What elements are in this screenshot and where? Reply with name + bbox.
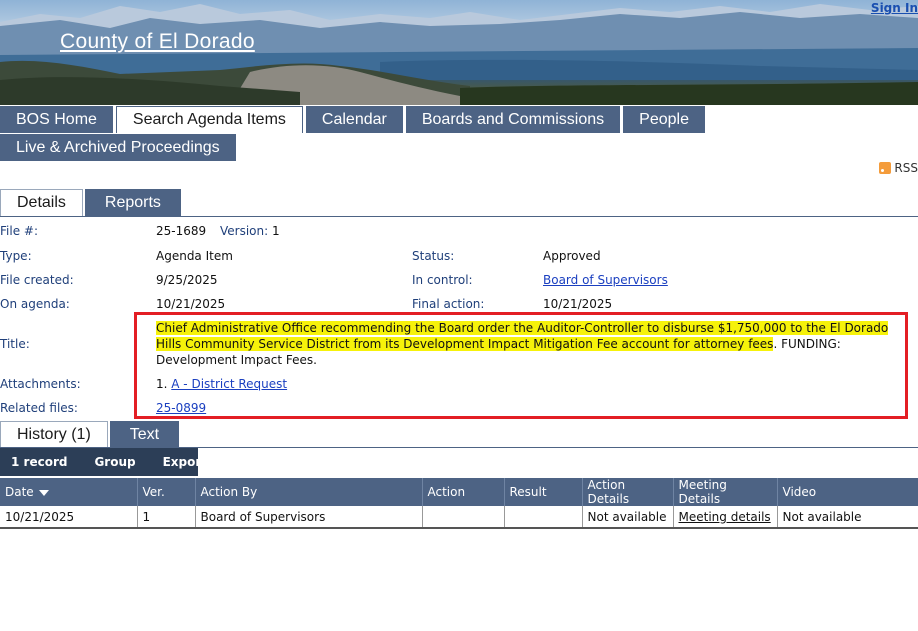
column-header-version[interactable]: Ver. [137, 478, 196, 506]
on-agenda-label: On agenda: [0, 297, 70, 311]
related-files-label: Related files: [0, 401, 78, 415]
on-agenda-value: 10/21/2025 [156, 297, 226, 311]
record-count: 1 record [11, 455, 68, 469]
cell-date: 10/21/2025 [0, 506, 138, 529]
sign-in-link[interactable]: Sign In [871, 1, 918, 15]
title-label: Title: [0, 337, 30, 351]
column-header-video[interactable]: Video [777, 478, 918, 506]
group-button[interactable]: Group [94, 455, 135, 469]
in-control-label: In control: [412, 273, 473, 287]
nav-tab-boards-commissions[interactable]: Boards and Commissions [405, 106, 621, 133]
cell-meeting-details: Meeting details [673, 506, 778, 529]
cell-action-details: Not available [582, 506, 674, 529]
final-action-value: 10/21/2025 [543, 297, 613, 311]
column-header-meeting-details[interactable]: Meeting Details [673, 478, 778, 506]
tab-reports[interactable]: Reports [84, 189, 181, 216]
tab-history[interactable]: History (1) [0, 421, 108, 448]
column-header-action-details[interactable]: Action Details [582, 478, 674, 506]
cell-video: Not available [777, 506, 918, 529]
nav-tab-calendar[interactable]: Calendar [305, 106, 403, 133]
in-control-link[interactable]: Board of Supervisors [543, 273, 668, 287]
file-number-label: File #: [0, 224, 38, 238]
column-header-action-by[interactable]: Action By [195, 478, 423, 506]
tabs-divider [0, 216, 918, 217]
cell-version: 1 [137, 506, 196, 529]
table-row: 10/21/2025 1 Board of Supervisors Not av… [0, 506, 918, 529]
rss-label: RSS [894, 161, 918, 175]
rss-icon [879, 162, 892, 174]
county-title-link[interactable]: County of El Dorado [60, 30, 255, 54]
type-value: Agenda Item [156, 249, 233, 263]
type-label: Type: [0, 249, 32, 263]
version-label: Version: [220, 224, 269, 238]
version-value: 1 [272, 224, 280, 238]
status-value: Approved [543, 249, 601, 263]
export-button[interactable]: Export [163, 455, 207, 469]
column-header-result[interactable]: Result [504, 478, 583, 506]
detail-tabs: Details Reports [0, 189, 183, 216]
column-header-date[interactable]: Date [0, 478, 138, 506]
meeting-details-link[interactable]: Meeting details [679, 510, 771, 524]
main-nav-row-2: Live & Archived Proceedings [0, 134, 239, 161]
header-banner: County of El Dorado Sign In [0, 0, 918, 105]
cell-action [422, 506, 505, 529]
nav-tab-people[interactable]: People [623, 106, 705, 133]
column-header-action[interactable]: Action [422, 478, 505, 506]
tab-details[interactable]: Details [0, 189, 83, 216]
rss-button[interactable]: RSS [879, 161, 918, 175]
history-table: Date Ver. Action By Action Result Action… [0, 478, 918, 529]
cell-action-by: Board of Supervisors [195, 506, 423, 529]
history-toolbar: 1 record Group Export [0, 448, 207, 476]
file-number-value: 25-1689 [156, 224, 207, 238]
attachments-label: Attachments: [0, 377, 81, 391]
status-label: Status: [412, 249, 455, 263]
main-nav: BOS Home Search Agenda Items Calendar Bo… [0, 106, 708, 133]
table-header-row: Date Ver. Action By Action Result Action… [0, 478, 918, 506]
tab-text[interactable]: Text [109, 421, 180, 448]
nav-tab-live-archived-proceedings[interactable]: Live & Archived Proceedings [0, 134, 236, 161]
cell-result [504, 506, 583, 529]
nav-tab-bos-home[interactable]: BOS Home [0, 106, 113, 133]
file-created-value: 9/25/2025 [156, 273, 218, 287]
highlight-annotation-box [134, 312, 908, 419]
final-action-label: Final action: [412, 297, 485, 311]
file-created-label: File created: [0, 273, 74, 287]
nav-tab-search-agenda-items[interactable]: Search Agenda Items [115, 106, 303, 133]
sort-descending-icon [38, 489, 49, 496]
history-tabs: History (1) Text [0, 421, 181, 448]
